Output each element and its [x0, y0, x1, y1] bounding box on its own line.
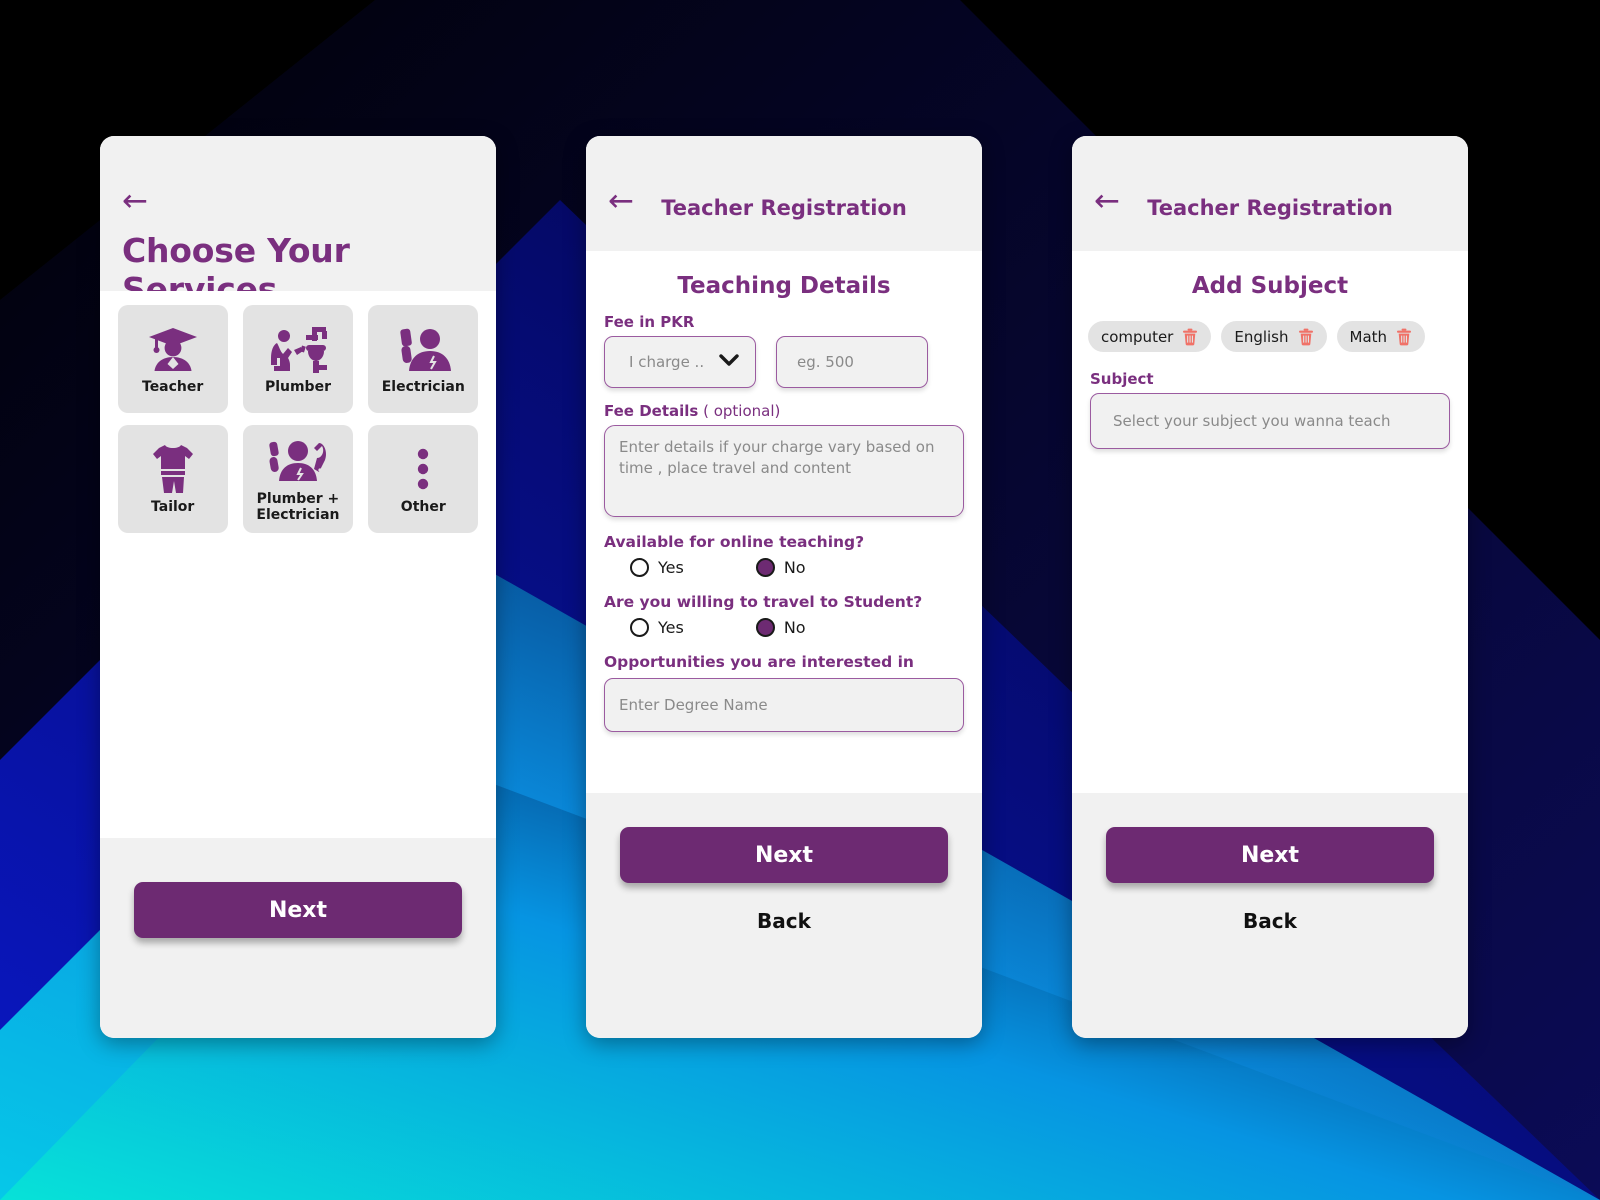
service-label: Electrician: [381, 379, 465, 396]
subject-chip-label: computer: [1101, 327, 1174, 346]
trash-icon[interactable]: [1182, 328, 1198, 346]
service-card-plumber-electrician[interactable]: Plumber + Electrician: [242, 425, 353, 533]
subject-chip-label: English: [1234, 327, 1289, 346]
trash-icon[interactable]: [1396, 328, 1412, 346]
fee-details-optional-text: ( optional): [698, 402, 781, 420]
next-button[interactable]: Next: [134, 882, 462, 938]
phone2-body: Teaching Details Fee in PKR I charge .. …: [586, 251, 982, 793]
degree-name-input[interactable]: Enter Degree Name: [604, 678, 964, 732]
trash-icon[interactable]: [1298, 328, 1314, 346]
arrow-left-icon[interactable]: ←: [122, 186, 148, 217]
fee-amount-input[interactable]: eg. 500: [776, 336, 928, 388]
service-label: Other: [400, 499, 446, 516]
plumber-icon: [268, 324, 328, 374]
travel-student-radio-group: Yes No: [604, 618, 964, 637]
phone-screen-add-subject: ← Teacher Registration Add Subject compu…: [1072, 136, 1468, 1038]
back-button[interactable]: Back: [586, 909, 982, 933]
phone3-footer: Next Back: [1072, 793, 1468, 1038]
subject-chip[interactable]: computer: [1088, 321, 1212, 352]
three-dots-icon: [415, 444, 431, 494]
service-cell: Other: [361, 425, 486, 533]
service-cell: Teacher: [110, 305, 235, 413]
radio-circle-icon: [630, 558, 649, 577]
fee-type-value: I charge ..: [629, 353, 705, 371]
service-cell: Plumber + Electrician: [235, 425, 360, 533]
service-card-other[interactable]: Other: [368, 425, 479, 533]
online-teaching-radio-group: Yes No: [604, 558, 964, 577]
appbar-title: Teacher Registration: [1147, 195, 1393, 220]
section-title: Teaching Details: [677, 273, 891, 299]
service-label: Tailor: [151, 499, 195, 516]
phone-screen-teaching-details: ← Teacher Registration Teaching Details …: [586, 136, 982, 1038]
radio-label: Yes: [658, 618, 684, 637]
travel-student-label: Are you willing to travel to Student?: [604, 593, 923, 611]
fee-amount-placeholder: eg. 500: [797, 353, 854, 371]
radio-online-no[interactable]: No: [755, 558, 806, 577]
next-button[interactable]: Next: [1106, 827, 1434, 883]
appbar-phone2: ← Teacher Registration: [586, 136, 982, 251]
service-card-electrician[interactable]: Electrician: [368, 305, 479, 413]
subject-chip[interactable]: English: [1221, 321, 1327, 352]
service-card-plumber[interactable]: Plumber: [242, 305, 353, 413]
service-cell: Electrician: [361, 305, 486, 413]
appbar-phone3: ← Teacher Registration: [1072, 136, 1468, 251]
subject-chip-label: Math: [1349, 327, 1388, 346]
fee-label: Fee in PKR: [604, 313, 695, 331]
chevron-down-icon: [719, 353, 739, 371]
service-card-teacher[interactable]: Teacher: [117, 305, 228, 413]
phone3-body: Add Subject computer English Math Subjec…: [1072, 251, 1468, 793]
phone-screen-choose-services: ← Choose Your Services Teacher Plumber E…: [100, 136, 496, 1038]
fee-details-label: Fee Details ( optional): [604, 402, 964, 420]
fee-details-textarea[interactable]: Enter details if your charge vary based …: [604, 425, 964, 517]
radio-label: No: [783, 558, 806, 577]
fee-row: I charge .. eg. 500: [604, 336, 964, 388]
fee-details-placeholder: Enter details if your charge vary based …: [619, 438, 935, 477]
opportunities-label: Opportunities you are interested in: [604, 653, 914, 671]
radio-travel-no[interactable]: No: [755, 618, 806, 637]
graduation-person-icon: [147, 324, 199, 374]
service-cell: Tailor: [110, 425, 235, 533]
service-label: Teacher: [142, 379, 204, 396]
phone1-footer: Next: [100, 838, 496, 1038]
services-grid: Teacher Plumber Electrician Tailor Plumb…: [100, 291, 496, 545]
service-cell: Plumber: [235, 305, 360, 413]
radio-travel-yes[interactable]: Yes: [630, 618, 684, 637]
radio-circle-selected-icon: [755, 618, 775, 637]
radio-label: Yes: [658, 558, 684, 577]
fee-details-label-text: Fee Details: [604, 402, 699, 420]
subject-chips: computer English Math: [1072, 299, 1468, 352]
phone2-footer: Next Back: [586, 793, 982, 1038]
section-title: Add Subject: [1191, 273, 1349, 299]
radio-label: No: [783, 618, 806, 637]
appbar-phone1: ← Choose Your Services: [100, 136, 496, 309]
next-button[interactable]: Next: [620, 827, 948, 883]
online-teaching-label: Available for online teaching?: [604, 533, 865, 551]
arrow-left-icon[interactable]: ←: [1094, 186, 1120, 217]
subject-label: Subject: [1090, 370, 1154, 388]
service-card-tailor[interactable]: Tailor: [117, 425, 228, 533]
fee-type-select[interactable]: I charge ..: [604, 336, 756, 388]
clothes-icon: [151, 444, 195, 494]
radio-circle-icon: [630, 618, 649, 637]
subject-placeholder: Select your subject you wanna teach: [1113, 412, 1391, 430]
electrician-icon: [395, 324, 452, 374]
radio-online-yes[interactable]: Yes: [630, 558, 684, 577]
back-button[interactable]: Back: [1072, 909, 1468, 933]
arrow-left-icon[interactable]: ←: [608, 186, 634, 217]
service-label: Plumber: [264, 379, 331, 396]
radio-circle-selected-icon: [755, 558, 775, 577]
subject-chip[interactable]: Math: [1336, 321, 1426, 352]
phone1-body: Teacher Plumber Electrician Tailor Plumb…: [100, 291, 496, 838]
degree-name-placeholder: Enter Degree Name: [619, 696, 768, 714]
appbar-title: Teacher Registration: [661, 195, 907, 220]
service-label: Plumber + Electrician: [256, 491, 340, 523]
teaching-details-form: Fee in PKR I charge .. eg. 500 Fee Detai…: [586, 313, 982, 732]
subject-select-input[interactable]: Select your subject you wanna teach: [1090, 393, 1450, 449]
add-subject-form: Subject Select your subject you wanna te…: [1072, 370, 1468, 449]
plumber-electrician-icon: [267, 436, 329, 486]
